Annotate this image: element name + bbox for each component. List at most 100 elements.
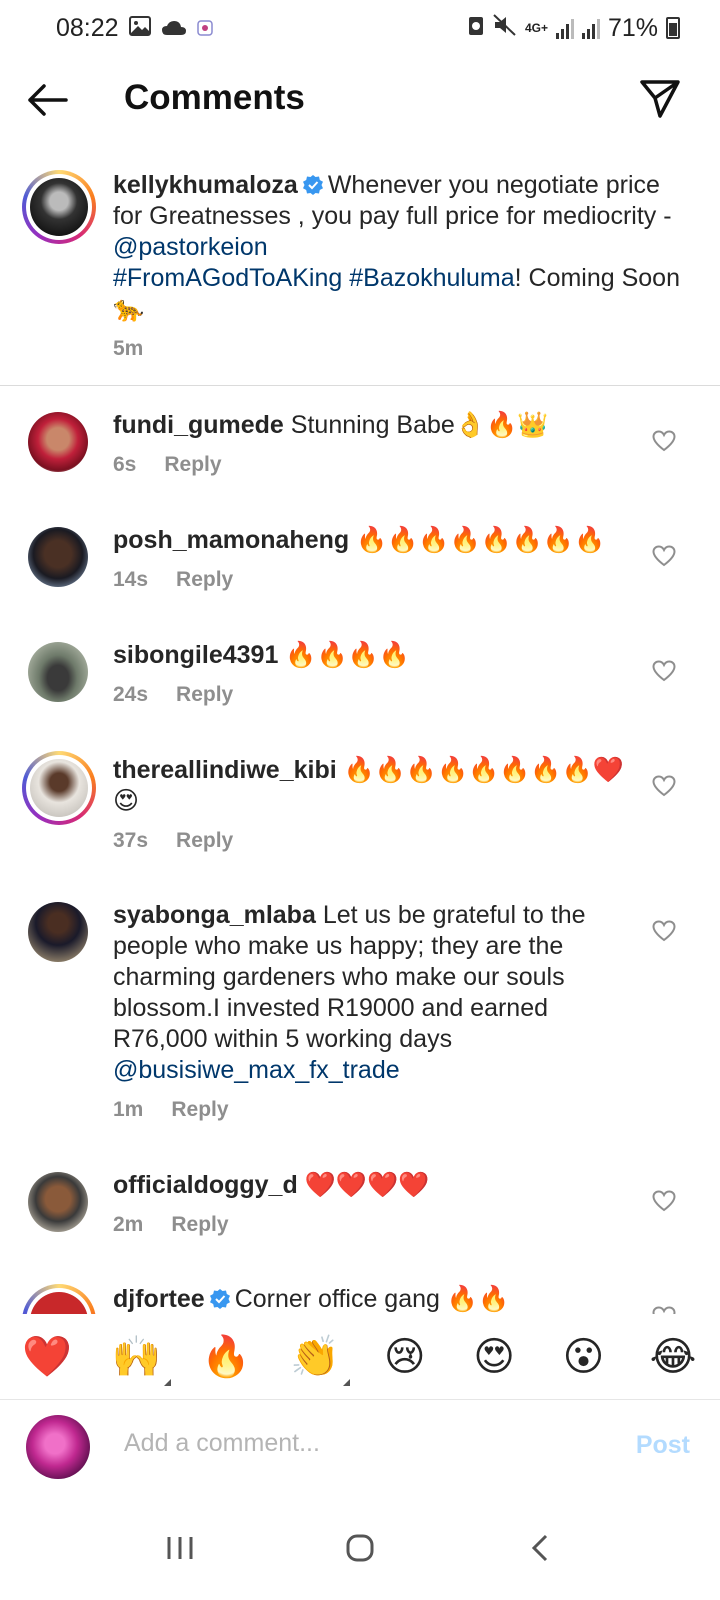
comment-body: ❤️❤️❤️❤️ xyxy=(304,1171,430,1199)
system-nav-bar xyxy=(0,1495,720,1600)
commenter-avatar[interactable] xyxy=(26,640,90,704)
commenter-avatar[interactable] xyxy=(26,1170,90,1234)
comment-body: 🔥🔥🔥🔥 xyxy=(285,641,410,669)
caption-hashtag-1[interactable]: #FromAGodToAKing xyxy=(113,264,342,292)
like-heart-icon[interactable] xyxy=(652,1306,676,1314)
like-heart-icon[interactable] xyxy=(652,775,676,797)
like-heart-icon[interactable] xyxy=(652,430,676,452)
comment-composer: Post xyxy=(0,1401,720,1495)
emoji-crying[interactable]: 😢 xyxy=(380,1334,430,1380)
commenter-avatar[interactable] xyxy=(26,900,90,964)
comment-username[interactable]: fundi_gumede xyxy=(113,411,284,439)
caption-avatar-ring[interactable] xyxy=(22,170,96,244)
home-button[interactable] xyxy=(338,1526,382,1570)
comment-body: Stunning Babe👌🔥👑 xyxy=(290,411,549,439)
my-avatar xyxy=(26,1415,90,1479)
comment-username[interactable]: officialdoggy_d xyxy=(113,1171,298,1199)
chevron-left-icon xyxy=(531,1534,548,1561)
emoji-glyph: 🙌 xyxy=(111,1335,162,1379)
avatar xyxy=(28,642,88,702)
reply-button[interactable]: Reply xyxy=(176,683,233,707)
network-type: 4G+ xyxy=(524,21,548,35)
comment-meta: 1m Reply xyxy=(113,1098,636,1122)
comment-text: fundi_gumede Stunning Babe👌🔥👑 xyxy=(113,410,636,441)
comment-timestamp: 6s xyxy=(113,453,137,476)
comment-username[interactable]: posh_mamonaheng xyxy=(113,526,349,554)
app-notification-icon xyxy=(196,14,213,43)
status-bar: 08:22 4G+ 71% xyxy=(0,0,720,56)
reply-button[interactable]: Reply xyxy=(176,568,233,592)
skin-tone-indicator xyxy=(343,1379,351,1386)
comment-meta: 24s Reply xyxy=(113,683,636,707)
caption-timestamp: 5m xyxy=(113,337,144,360)
comment-meta: 2m Reply xyxy=(113,1213,636,1237)
comment-item: syabonga_mlaba Let us be grateful to the… xyxy=(0,900,720,1122)
clock: 08:22 xyxy=(56,13,119,42)
comment-timestamp: 24s xyxy=(113,683,149,706)
comment-text: thereallindiwe_kibi 🔥🔥🔥🔥🔥🔥🔥🔥❤️😍 xyxy=(113,755,636,817)
status-left: 08:22 xyxy=(56,14,213,43)
share-button[interactable] xyxy=(638,76,682,120)
signal-icon xyxy=(555,17,574,39)
gallery-icon xyxy=(128,14,151,43)
paper-plane-icon xyxy=(640,80,680,118)
avatar xyxy=(30,759,88,817)
comment-item: fundi_gumede Stunning Babe👌🔥👑 6s Reply xyxy=(0,410,720,477)
like-heart-icon[interactable] xyxy=(652,660,676,682)
like-heart-icon[interactable] xyxy=(652,1190,676,1212)
comment-username[interactable]: djfortee xyxy=(113,1285,205,1313)
comment-timestamp: 14s xyxy=(113,568,149,591)
commenter-avatar-ring[interactable] xyxy=(22,1284,96,1314)
divider xyxy=(0,385,720,386)
comment-username[interactable]: syabonga_mlaba xyxy=(113,901,316,929)
comment-meta: 37s Reply xyxy=(113,829,636,853)
commenter-avatar-ring[interactable] xyxy=(22,751,96,825)
emoji-laughing[interactable]: 😂 xyxy=(648,1334,698,1380)
emoji-reaction-bar: ❤️ 🙌 🔥 👏 😢 😍 😮 😂 xyxy=(0,1314,720,1400)
emoji-glyph: 👏 xyxy=(290,1335,341,1379)
comment-username[interactable]: sibongile4391 xyxy=(113,641,278,669)
reply-button[interactable]: Reply xyxy=(171,1213,228,1237)
battery-icon xyxy=(666,17,680,39)
caption-mention[interactable]: @pastorkeion xyxy=(113,233,268,261)
emoji-heart-eyes[interactable]: 😍 xyxy=(469,1334,519,1380)
reply-button[interactable]: Reply xyxy=(176,829,233,853)
reply-button[interactable]: Reply xyxy=(171,1098,228,1122)
post-caption: kellykhumaloza Whenever you negotiate pri… xyxy=(0,170,720,361)
mute-icon xyxy=(493,13,517,43)
comment-text: sibongile4391 🔥🔥🔥🔥 xyxy=(113,640,636,671)
caption-hashtag-2[interactable]: #Bazokhuluma xyxy=(349,264,514,292)
comment-username[interactable]: thereallindiwe_kibi xyxy=(113,756,337,784)
emoji-clap[interactable]: 👏 xyxy=(290,1333,351,1386)
avatar xyxy=(28,1172,88,1232)
comment-item: djfortee Corner office gang 🔥🔥 xyxy=(0,1284,720,1314)
verified-badge-icon xyxy=(302,175,323,195)
commenter-avatar[interactable] xyxy=(26,410,90,474)
comment-input[interactable] xyxy=(124,1429,604,1458)
post-button[interactable]: Post xyxy=(636,1431,690,1460)
comment-text: djfortee Corner office gang 🔥🔥 xyxy=(113,1284,636,1314)
comment-text: posh_mamonaheng 🔥🔥🔥🔥🔥🔥🔥🔥 xyxy=(113,525,636,556)
system-back-button[interactable] xyxy=(518,1526,562,1570)
back-button[interactable] xyxy=(26,78,70,122)
comment-body: 🔥🔥🔥🔥🔥🔥🔥🔥 xyxy=(356,526,606,554)
recent-apps-icon xyxy=(167,1536,193,1559)
avatar xyxy=(28,902,88,962)
caption-username[interactable]: kellykhumaloza xyxy=(113,171,298,199)
skin-tone-indicator xyxy=(164,1379,172,1386)
status-right: 4G+ 71% xyxy=(467,14,680,43)
comment-text: officialdoggy_d ❤️❤️❤️❤️ xyxy=(113,1170,636,1201)
commenter-avatar[interactable] xyxy=(26,525,90,589)
like-heart-icon[interactable] xyxy=(652,545,676,567)
arrow-left-icon xyxy=(28,84,68,116)
emoji-heart[interactable]: ❤️ xyxy=(22,1333,72,1380)
comment-timestamp: 2m xyxy=(113,1213,144,1236)
comment-mention[interactable]: @busisiwe_max_fx_trade xyxy=(113,1056,400,1084)
emoji-fire[interactable]: 🔥 xyxy=(201,1333,251,1380)
recent-apps-button[interactable] xyxy=(158,1526,202,1570)
like-heart-icon[interactable] xyxy=(652,920,676,942)
reply-button[interactable]: Reply xyxy=(164,453,221,477)
emoji-raised-hands[interactable]: 🙌 xyxy=(111,1333,172,1386)
emoji-surprised[interactable]: 😮 xyxy=(559,1334,609,1380)
comment-meta: 6s Reply xyxy=(113,453,636,477)
